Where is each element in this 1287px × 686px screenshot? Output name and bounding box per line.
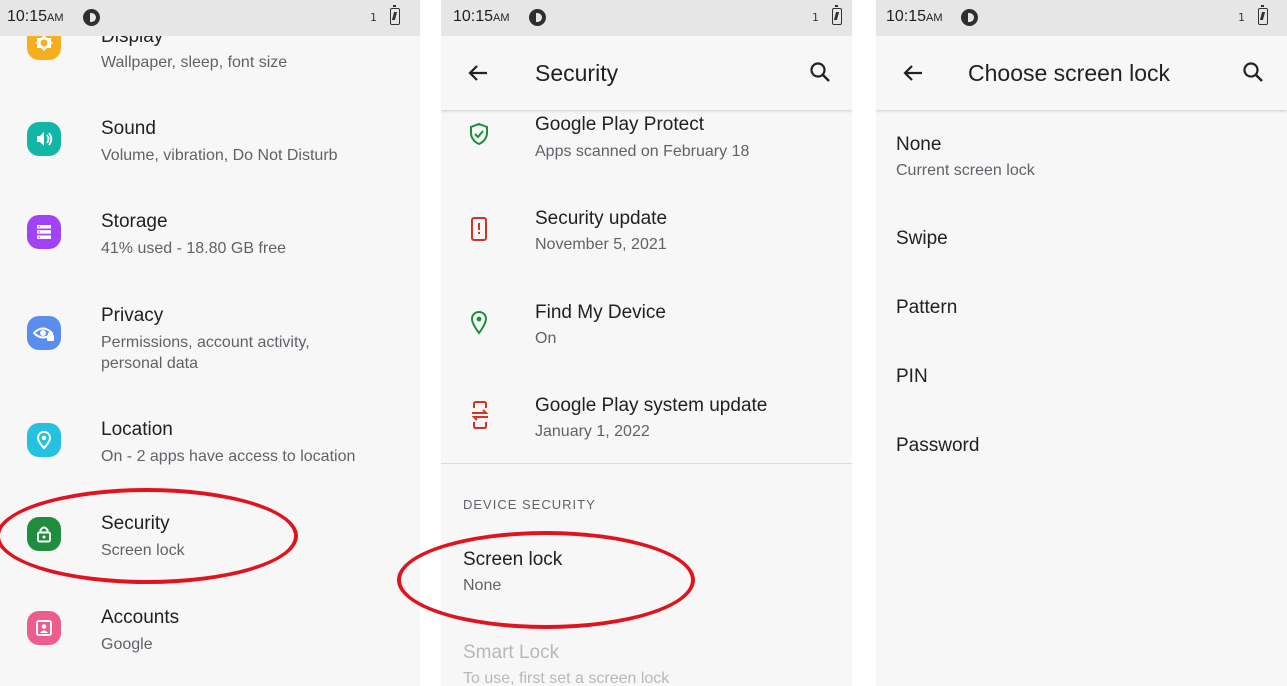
settings-item-subtitle: Wallpaper, sleep, font size — [101, 54, 288, 71]
lock-option-swipe[interactable]: Swipe — [876, 212, 1287, 266]
settings-item-title: Security — [101, 513, 170, 534]
lock-option-none[interactable]: None Current screen lock — [876, 118, 1287, 192]
lock-option-title: Swipe — [896, 228, 948, 249]
settings-item-subtitle: Permissions, account activity, personal … — [101, 334, 310, 372]
smart-lock-subtitle: To use, first set a screen lock — [463, 670, 670, 686]
settings-item-subtitle: Volume, vibration, Do Not Disturb — [101, 147, 338, 164]
shield-check-icon — [470, 122, 488, 146]
settings-item-title: Accounts — [101, 607, 180, 628]
settings-item-subtitle: Screen lock — [101, 542, 185, 559]
section-divider — [441, 463, 852, 464]
section-header-device-security: DEVICE SECURITY — [463, 497, 596, 512]
status-bar: 10:15AM 1 — [876, 0, 1287, 36]
settings-item-title: Sound — [101, 118, 156, 139]
lock-option-title: Pattern — [896, 297, 958, 318]
app-bar: Choose screen lock — [876, 36, 1287, 110]
phone-alert-icon — [471, 217, 487, 241]
search-icon[interactable] — [1241, 60, 1265, 84]
security-item-subtitle: Apps scanned on February 18 — [535, 143, 750, 160]
security-item-smart-lock: Smart Lock To use, first set a screen lo… — [441, 626, 852, 686]
lock-option-title: Password — [896, 435, 980, 456]
location-icon — [27, 423, 61, 457]
search-icon[interactable] — [808, 60, 832, 84]
lock-icon — [27, 517, 61, 551]
settings-item-sound[interactable]: Sound Volume, vibration, Do Not Disturb — [0, 100, 420, 190]
app-logo-icon — [529, 9, 546, 26]
lock-option-title: None — [896, 134, 942, 155]
app-logo-icon — [961, 9, 978, 26]
lock-option-pattern[interactable]: Pattern — [876, 281, 1287, 335]
security-item-title: Google Play system update — [535, 395, 768, 416]
security-item-play-protect[interactable]: Google Play Protect Apps scanned on Febr… — [441, 100, 852, 190]
phone-update-icon — [471, 401, 489, 429]
security-item-screen-lock[interactable]: Screen lock None — [441, 532, 852, 612]
sim-indicator: 1 — [1238, 11, 1245, 24]
security-item-title: Google Play Protect — [535, 114, 704, 135]
settings-item-privacy[interactable]: Privacy Permissions, account activity, p… — [0, 287, 420, 397]
settings-item-title: Storage — [101, 211, 168, 232]
settings-item-subtitle: On - 2 apps have access to location — [101, 448, 356, 465]
battery-charging-icon — [390, 5, 400, 25]
security-item-subtitle: November 5, 2021 — [535, 236, 667, 253]
settings-item-title: Location — [101, 419, 173, 440]
security-item-subtitle: January 1, 2022 — [535, 423, 650, 440]
settings-item-subtitle: Google — [101, 636, 153, 653]
settings-item-accounts[interactable]: Accounts Google — [0, 589, 420, 679]
back-arrow-icon[interactable] — [467, 62, 489, 84]
status-time: 10:15AM — [453, 8, 510, 25]
settings-panel: 10:15AM 1 Display Wallpaper, sleep, font… — [0, 0, 420, 686]
security-panel: 10:15AM 1 Security Google Play Protect A… — [441, 0, 852, 686]
battery-charging-icon — [832, 5, 842, 25]
security-item-title: Find My Device — [535, 302, 666, 323]
screen-lock-title: Screen lock — [463, 549, 563, 570]
settings-item-location[interactable]: Location On - 2 apps have access to loca… — [0, 401, 420, 491]
battery-charging-icon — [1258, 5, 1268, 25]
security-item-security-update[interactable]: Security update November 5, 2021 — [441, 196, 852, 286]
page-title: Choose screen lock — [968, 60, 1170, 86]
lock-option-password[interactable]: Password — [876, 419, 1287, 473]
lock-option-subtitle: Current screen lock — [896, 162, 1035, 179]
status-bar: 10:15AM 1 — [441, 0, 852, 36]
settings-item-title: Privacy — [101, 305, 164, 326]
back-arrow-icon[interactable] — [902, 62, 924, 84]
location-pin-icon — [470, 310, 488, 335]
status-time: 10:15AM — [886, 8, 943, 25]
settings-item-storage[interactable]: Storage 41% used - 18.80 GB free — [0, 193, 420, 283]
choose-screen-lock-panel: 10:15AM 1 Choose screen lock None Curren… — [876, 0, 1287, 686]
screen-lock-value: None — [463, 577, 502, 594]
security-item-subtitle: On — [535, 330, 557, 347]
status-bar: 10:15AM 1 — [0, 0, 420, 36]
privacy-icon — [27, 316, 61, 350]
status-time: 10:15AM — [7, 8, 64, 25]
settings-item-security[interactable]: Security Screen lock — [0, 495, 420, 585]
page-title: Security — [535, 60, 619, 86]
security-item-find-my-device[interactable]: Find My Device On — [441, 290, 852, 380]
settings-item-subtitle: 41% used - 18.80 GB free — [101, 240, 286, 257]
lock-option-title: PIN — [896, 366, 928, 387]
account-icon — [27, 611, 61, 645]
lock-option-pin[interactable]: PIN — [876, 350, 1287, 404]
app-logo-icon — [83, 9, 100, 26]
smart-lock-title: Smart Lock — [463, 642, 560, 663]
security-item-title: Security update — [535, 208, 668, 229]
storage-icon — [27, 215, 61, 249]
sound-icon — [27, 122, 61, 156]
security-item-play-system-update[interactable]: Google Play system update January 1, 202… — [441, 384, 852, 462]
sim-indicator: 1 — [370, 11, 377, 24]
sim-indicator: 1 — [812, 11, 819, 24]
app-bar: Security — [441, 36, 852, 110]
